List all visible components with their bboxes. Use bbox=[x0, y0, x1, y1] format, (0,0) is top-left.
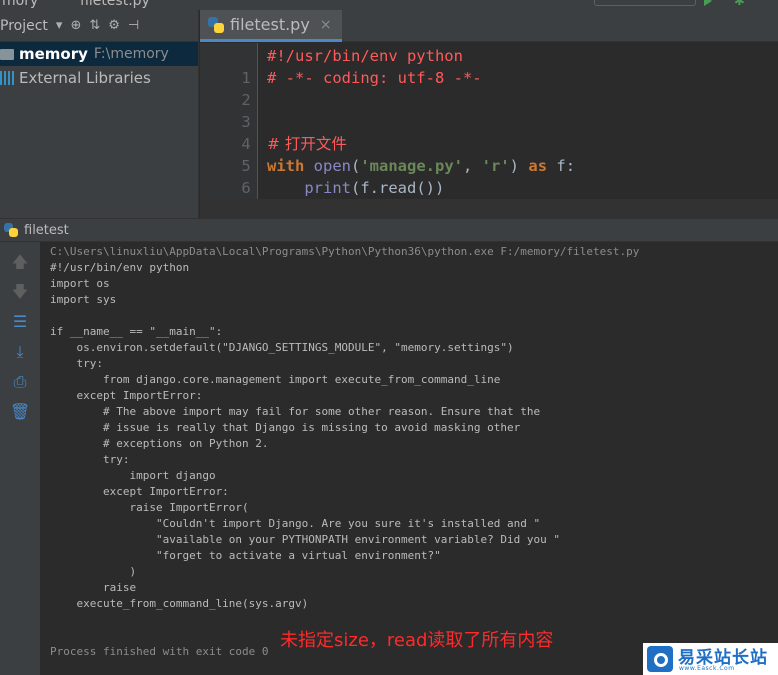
python-run-icon bbox=[4, 223, 18, 237]
trash-icon[interactable]: 🗑 bbox=[10, 402, 30, 422]
console-line: from django.core.management import execu… bbox=[50, 373, 501, 386]
tree-item-memory[interactable]: memory F:\memory bbox=[0, 42, 198, 66]
code-line[interactable]: 7 print(f.read()) bbox=[200, 177, 778, 219]
scroll-from-source-icon[interactable]: ⊕ bbox=[70, 18, 81, 33]
watermark-url: www.Easck.Com bbox=[679, 665, 735, 672]
breadcrumb-project[interactable]: mory bbox=[2, 0, 38, 9]
project-panel-header: Project ▾ ⊕ ⇅ ⚙ ⊣ bbox=[0, 10, 198, 42]
console-line: # issue is really that Django is missing… bbox=[50, 421, 521, 434]
watermark: 易采站长站 www.Easck.Com bbox=[643, 643, 778, 675]
console-line: import os bbox=[50, 277, 110, 290]
console-line: ) bbox=[50, 565, 137, 578]
exit-message: Process finished with exit code 0 bbox=[50, 645, 269, 658]
console-line: #!/usr/bin/env python bbox=[50, 261, 190, 274]
console-output[interactable]: C:\Users\linuxliu\AppData\Local\Programs… bbox=[40, 242, 778, 675]
watermark-logo-icon bbox=[647, 646, 673, 672]
print-icon[interactable]: ⎙ bbox=[10, 372, 30, 392]
collapse-all-icon[interactable]: ⇅ bbox=[89, 18, 100, 33]
console-line: os.environ.setdefault("DJANGO_SETTINGS_M… bbox=[50, 341, 514, 354]
tab-label: filetest.py bbox=[230, 15, 310, 34]
console-line: execute_from_command_line(sys.argv) bbox=[50, 597, 309, 610]
view-dropdown-icon[interactable]: ▾ bbox=[56, 18, 63, 33]
tab-filetest[interactable]: filetest.py × bbox=[200, 10, 342, 42]
code-text: # 打开文件 bbox=[267, 135, 347, 153]
soft-wrap-icon[interactable]: ☰ bbox=[10, 312, 30, 332]
console-line: try: bbox=[50, 357, 103, 370]
hide-panel-icon[interactable]: ⊣ bbox=[128, 18, 139, 33]
close-icon[interactable]: × bbox=[320, 17, 332, 33]
console-line: except ImportError: bbox=[50, 485, 229, 498]
run-tool-window-header: filetest bbox=[0, 218, 778, 242]
code-line[interactable]: 2 # -*- coding: utf-8 -*- bbox=[200, 67, 778, 109]
code-text: print(f.read()) bbox=[304, 179, 445, 197]
console-line: raise ImportError( bbox=[50, 501, 249, 514]
down-arrow-icon[interactable]: 🡇 bbox=[10, 282, 30, 302]
scroll-to-end-icon[interactable]: ⤓ bbox=[10, 342, 30, 362]
run-configuration-select[interactable] bbox=[594, 0, 696, 6]
console-line: import sys bbox=[50, 293, 117, 306]
project-panel: Project ▾ ⊕ ⇅ ⚙ ⊣ memory F:\memory Exter… bbox=[0, 10, 199, 218]
code-line[interactable]: 3 bbox=[200, 89, 778, 131]
console-line: "available on your PYTHONPATH environmen… bbox=[50, 533, 560, 546]
console-line: # exceptions on Python 2. bbox=[50, 437, 269, 450]
title-bar: mory filetest.py ✱ bbox=[0, 0, 778, 10]
python-file-icon bbox=[208, 16, 224, 33]
console-line: except ImportError: bbox=[50, 389, 203, 402]
run-icon[interactable] bbox=[704, 0, 712, 6]
run-tab-label[interactable]: filetest bbox=[24, 223, 69, 238]
breadcrumb-file[interactable]: filetest.py bbox=[80, 0, 150, 9]
project-panel-title[interactable]: Project bbox=[0, 18, 48, 34]
code-line[interactable]: 5 # 打开文件 bbox=[200, 133, 778, 175]
folder-icon bbox=[0, 48, 14, 60]
console-line: import django bbox=[50, 469, 216, 482]
watermark-text: 易采站长站 bbox=[678, 647, 768, 668]
tree-item-external-libraries[interactable]: External Libraries bbox=[0, 66, 198, 90]
tree-item-name: External Libraries bbox=[19, 69, 151, 87]
code-line[interactable]: 4 bbox=[200, 111, 778, 153]
code-line[interactable]: 6 with open('manage.py', 'r') as f: bbox=[200, 155, 778, 197]
code-text: with open('manage.py', 'r') as f: bbox=[267, 157, 576, 175]
tree-item-name: memory bbox=[19, 45, 88, 63]
console-line: "Couldn't import Django. Are you sure it… bbox=[50, 517, 541, 530]
console-line: if __name__ == "__main__": bbox=[50, 325, 223, 338]
annotation-note: 未指定size，read读取了所有内容 bbox=[280, 630, 554, 651]
up-arrow-icon[interactable]: 🡅 bbox=[10, 252, 30, 272]
debug-icon[interactable]: ✱ bbox=[734, 0, 745, 9]
console-line: try: bbox=[50, 453, 130, 466]
console-line: "forget to activate a virtual environmen… bbox=[50, 549, 441, 562]
code-text: # -*- coding: utf-8 -*- bbox=[267, 69, 482, 87]
library-icon bbox=[0, 71, 14, 85]
code-line[interactable]: 1 #!/usr/bin/env python bbox=[200, 45, 778, 87]
gear-icon[interactable]: ⚙ bbox=[108, 18, 120, 33]
code-text: #!/usr/bin/env python bbox=[267, 47, 463, 65]
code-editor: filetest.py × 1 #!/usr/bin/env python 2 … bbox=[200, 10, 778, 241]
editor-tab-bar: filetest.py × bbox=[200, 10, 778, 42]
run-toolbar: 🡅 🡇 ☰ ⤓ ⎙ 🗑 bbox=[0, 242, 40, 675]
console-line: C:\Users\linuxliu\AppData\Local\Programs… bbox=[50, 245, 640, 258]
console-line: # The above import may fail for some oth… bbox=[50, 405, 541, 418]
console-line: raise bbox=[50, 581, 137, 594]
tree-item-path: F:\memory bbox=[93, 46, 169, 62]
